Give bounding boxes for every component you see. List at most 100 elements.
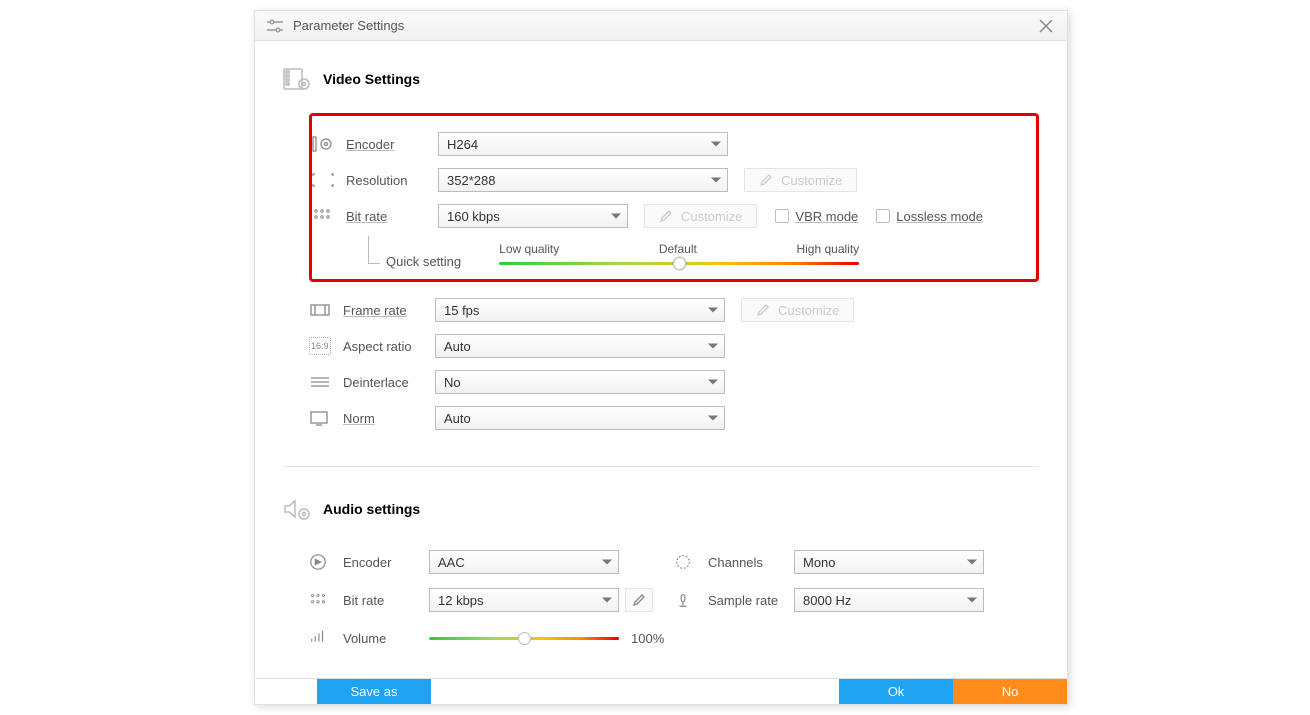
bitrate-value: 160 kbps xyxy=(447,209,500,224)
pencil-icon xyxy=(659,209,673,223)
lossless-label: Lossless mode xyxy=(896,209,983,224)
resolution-customize-button[interactable]: Customize xyxy=(744,168,857,192)
close-button[interactable] xyxy=(1037,17,1055,35)
settings-sliders-icon xyxy=(265,18,285,34)
bitrate-label: Bit rate xyxy=(346,209,438,224)
audio-encoder-select[interactable]: AAC xyxy=(429,550,619,574)
audio-bitrate-icon xyxy=(309,591,331,609)
volume-percent: 100% xyxy=(631,631,664,646)
no-button[interactable]: No xyxy=(953,679,1067,704)
aspect-label: Aspect ratio xyxy=(343,339,435,354)
quality-slider[interactable]: Low quality Default High quality xyxy=(499,242,859,265)
chevron-down-icon xyxy=(711,142,721,147)
dialog-content: Video Settings Encoder H264 xyxy=(255,41,1067,678)
resolution-select[interactable]: 352*288 xyxy=(438,168,728,192)
norm-icon xyxy=(309,409,331,427)
chevron-down-icon xyxy=(611,214,621,219)
framerate-select[interactable]: 15 fps xyxy=(435,298,725,322)
footer-spacer xyxy=(431,679,839,704)
chevron-down-icon xyxy=(708,344,718,349)
aspect-select[interactable]: Auto xyxy=(435,334,725,358)
audio-section-title: Audio settings xyxy=(323,501,420,517)
deinterlace-row: Deinterlace No xyxy=(283,364,1039,400)
ok-label: Ok xyxy=(888,684,905,699)
deinterlace-value: No xyxy=(444,375,461,390)
encoder-label: Encoder xyxy=(346,137,438,152)
encoder-row: Encoder H264 xyxy=(312,126,1036,162)
resolution-row: Resolution 352*288 Customize xyxy=(312,162,1036,198)
save-as-label: Save as xyxy=(351,684,398,699)
chevron-down-icon xyxy=(711,178,721,183)
audio-bitrate-select[interactable]: 12 kbps xyxy=(429,588,619,612)
framerate-row: Frame rate 15 fps Customize xyxy=(283,292,1039,328)
dialog-title: Parameter Settings xyxy=(293,18,404,33)
slider-thumb[interactable] xyxy=(673,257,686,270)
audio-encoder-row: Encoder AAC Channels Mono xyxy=(309,543,1039,581)
samplerate-icon xyxy=(674,591,696,609)
audio-bitrate-customize-button[interactable] xyxy=(625,588,653,612)
framerate-value: 15 fps xyxy=(444,303,479,318)
video-section-title: Video Settings xyxy=(323,71,420,87)
bitrate-icon xyxy=(312,207,334,225)
dialog-footer: Save as Ok No xyxy=(255,678,1067,704)
bitrate-row: Bit rate 160 kbps Customize VBR mode xyxy=(312,198,1036,234)
highlighted-region: Encoder H264 Resolution 352*288 xyxy=(309,113,1039,282)
section-divider xyxy=(283,466,1039,467)
audio-encoder-icon xyxy=(309,553,331,571)
volume-slider[interactable] xyxy=(429,637,619,640)
customize-label: Customize xyxy=(778,303,839,318)
samplerate-label: Sample rate xyxy=(708,593,794,608)
encoder-select[interactable]: H264 xyxy=(438,132,728,156)
checkbox-box xyxy=(775,209,789,223)
customize-label: Customize xyxy=(681,209,742,224)
parameter-settings-dialog: Parameter Settings Video Settings xyxy=(254,10,1068,705)
default-quality-label: Default xyxy=(659,242,697,256)
chevron-down-icon xyxy=(967,598,977,603)
channels-select[interactable]: Mono xyxy=(794,550,984,574)
resolution-icon xyxy=(312,171,334,189)
framerate-label: Frame rate xyxy=(343,303,435,318)
tree-connector xyxy=(368,236,380,264)
titlebar: Parameter Settings xyxy=(255,11,1067,41)
resolution-label: Resolution xyxy=(346,173,438,188)
quality-labels: Low quality Default High quality xyxy=(499,242,859,256)
audio-section-header: Audio settings xyxy=(283,497,1039,521)
ok-button[interactable]: Ok xyxy=(839,679,953,704)
audio-bitrate-row: Bit rate 12 kbps xyxy=(309,581,1039,619)
bitrate-select[interactable]: 160 kbps xyxy=(438,204,628,228)
pencil-icon xyxy=(756,303,770,317)
chevron-down-icon xyxy=(708,416,718,421)
norm-select[interactable]: Auto xyxy=(435,406,725,430)
deinterlace-select[interactable]: No xyxy=(435,370,725,394)
samplerate-value: 8000 Hz xyxy=(803,593,851,608)
save-as-button[interactable]: Save as xyxy=(317,679,431,704)
low-quality-label: Low quality xyxy=(499,242,559,256)
audio-encoder-value: AAC xyxy=(438,555,465,570)
chevron-down-icon xyxy=(967,560,977,565)
chevron-down-icon xyxy=(708,308,718,313)
customize-label: Customize xyxy=(781,173,842,188)
channels-value: Mono xyxy=(803,555,836,570)
audio-bitrate-value: 12 kbps xyxy=(438,593,484,608)
volume-row: Volume 100% xyxy=(309,619,1039,657)
chevron-down-icon xyxy=(708,380,718,385)
lossless-mode-checkbox[interactable]: Lossless mode xyxy=(876,209,983,224)
aspect-row: 16:9 Aspect ratio Auto xyxy=(283,328,1039,364)
framerate-customize-button[interactable]: Customize xyxy=(741,298,854,322)
aspect-icon: 16:9 xyxy=(309,337,331,355)
samplerate-select[interactable]: 8000 Hz xyxy=(794,588,984,612)
encoder-icon xyxy=(312,135,334,153)
slider-track xyxy=(499,262,859,265)
deinterlace-label: Deinterlace xyxy=(343,375,435,390)
vbr-mode-checkbox[interactable]: VBR mode xyxy=(775,209,858,224)
bitrate-customize-button[interactable]: Customize xyxy=(644,204,757,228)
vbr-label: VBR mode xyxy=(795,209,858,224)
volume-icon xyxy=(309,629,331,647)
norm-value: Auto xyxy=(444,411,471,426)
audio-bitrate-label: Bit rate xyxy=(343,593,429,608)
audio-encoder-label: Encoder xyxy=(343,555,429,570)
quick-setting-row: Quick setting Low quality Default High q… xyxy=(312,242,1036,269)
video-section-header: Video Settings xyxy=(283,67,1039,91)
slider-thumb[interactable] xyxy=(518,632,531,645)
checkbox-box xyxy=(876,209,890,223)
